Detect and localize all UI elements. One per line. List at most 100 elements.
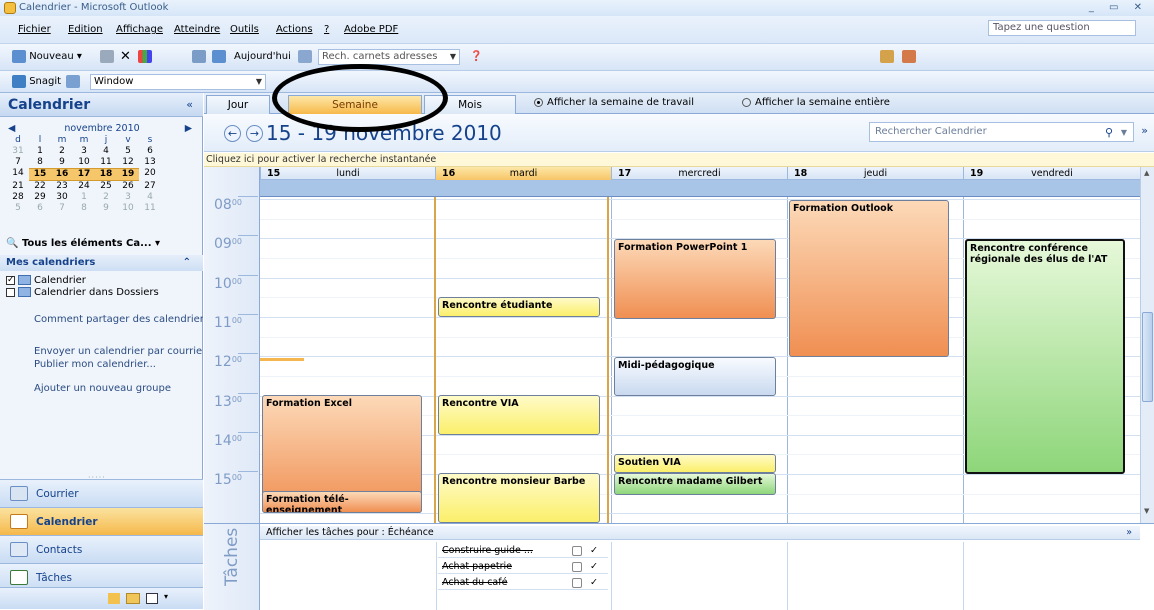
scroll-up-arrow-icon[interactable]: ▲ <box>1144 169 1149 177</box>
forward-arrow-icon[interactable]: → <box>246 125 263 142</box>
mini-calendar-day[interactable]: 22 <box>29 181 51 192</box>
my-calendars-header[interactable]: Mes calendriers ⌃ <box>0 255 203 271</box>
event-formation-powerpoint[interactable]: Formation PowerPoint 1 <box>614 239 776 319</box>
notes-icon[interactable] <box>108 593 120 604</box>
print-button[interactable] <box>100 48 114 66</box>
mini-calendar-day[interactable]: 8 <box>73 203 95 214</box>
shortcuts-icon[interactable] <box>146 593 158 604</box>
mini-calendar-day[interactable]: 7 <box>7 157 29 168</box>
delete-button[interactable]: ✕ <box>120 48 131 66</box>
window-combo[interactable]: Window ▼ <box>90 74 266 90</box>
scroll-down-arrow-icon[interactable]: ▼ <box>1144 507 1149 515</box>
event-rencontre-barbe[interactable]: Rencontre monsieur Barbe <box>438 473 600 523</box>
menu-adobe-pdf[interactable]: Adobe PDF <box>340 16 402 44</box>
mini-calendar-day[interactable]: 12 <box>117 157 139 168</box>
mini-calendar-day[interactable]: 1 <box>29 146 51 157</box>
share-calendars-link[interactable]: Comment partager des calendriers <box>34 314 203 325</box>
day-header-wednesday[interactable]: 17 mercredi <box>611 167 787 180</box>
mini-calendar-day[interactable]: 24 <box>73 181 95 192</box>
full-week-radio[interactable] <box>742 97 751 107</box>
menu-affichage[interactable]: Affichage <box>112 16 167 44</box>
mini-calendar-day[interactable]: 16 <box>51 168 73 181</box>
collapse-chevron-icon[interactable]: » <box>1126 526 1132 540</box>
today-button[interactable]: Aujourd'hui <box>234 48 291 66</box>
mini-calendar-day[interactable]: 4 <box>95 146 117 157</box>
event-rencontre-etudiante[interactable]: Rencontre étudiante <box>438 297 600 317</box>
menu-actions[interactable]: Actions <box>272 16 317 44</box>
help-button[interactable]: ❓ <box>470 48 482 66</box>
back-arrow-icon[interactable]: ← <box>224 125 241 142</box>
address-book-search-input[interactable]: Rech. carnets adresses ▼ <box>318 49 460 65</box>
task-item[interactable]: Construire guide ... ✓ <box>438 544 608 558</box>
flag-check-icon[interactable]: ✓ <box>590 544 598 558</box>
day-header-thursday[interactable]: 18 jeudi <box>787 167 963 180</box>
mini-calendar-day[interactable]: 25 <box>95 181 117 192</box>
mini-calendar-day[interactable]: 18 <box>95 168 117 181</box>
task-checkbox[interactable] <box>572 578 582 588</box>
mini-calendar-day[interactable]: 23 <box>51 181 73 192</box>
mini-calendar-day[interactable]: 10 <box>73 157 95 168</box>
mini-calendar-day[interactable]: 7 <box>51 203 73 214</box>
mini-calendar-day[interactable]: 20 <box>139 168 161 181</box>
task-item[interactable]: Achat du café ✓ <box>438 576 608 590</box>
calendar-checkbox[interactable] <box>6 287 15 297</box>
event-rencontre-gilbert[interactable]: Rencontre madame Gilbert <box>614 473 776 495</box>
day-header-monday[interactable]: 15 lundi <box>260 167 435 180</box>
new-button[interactable]: Nouveau ▾ <box>12 48 82 66</box>
mini-calendar-day[interactable]: 3 <box>117 192 139 203</box>
mini-calendar-day[interactable]: 3 <box>73 146 95 157</box>
mini-calendar-day[interactable]: 27 <box>139 181 161 192</box>
day-header-friday[interactable]: 19 vendredi <box>963 167 1140 180</box>
menu-edition[interactable]: Edition <box>64 16 107 44</box>
task-item[interactable]: Achat papetrie ✓ <box>438 560 608 574</box>
vertical-scrollbar[interactable]: ▲ ▼ <box>1140 167 1154 523</box>
mini-calendar-day[interactable]: 5 <box>117 146 139 157</box>
task-checkbox[interactable] <box>572 562 582 572</box>
snagit-button[interactable]: Snagit <box>12 73 61 91</box>
collapse-chevron-icon[interactable]: « <box>186 93 193 117</box>
sync-button[interactable] <box>192 48 206 66</box>
categorize-button[interactable] <box>138 48 152 66</box>
instant-search-info-bar[interactable]: Cliquez ici pour activer la recherche in… <box>204 153 1154 167</box>
menu-atteindre[interactable]: Atteindre <box>170 16 224 44</box>
mini-calendar-day[interactable]: 4 <box>139 192 161 203</box>
mini-calendar-day[interactable]: 9 <box>51 157 73 168</box>
mini-calendar-day[interactable]: 21 <box>7 181 29 192</box>
nav-button-calendar[interactable]: Calendrier <box>0 507 203 535</box>
tasks-header[interactable]: Afficher les tâches pour : Échéance » <box>260 526 1140 540</box>
event-rencontre-via[interactable]: Rencontre VIA <box>438 395 600 435</box>
menu-fichier[interactable]: Fichier <box>14 16 55 44</box>
day-header-tuesday[interactable]: 16 mardi <box>435 167 611 180</box>
expand-search-chevron-icon[interactable]: » <box>1141 124 1148 137</box>
window-controls[interactable]: _ ▭ ✕ <box>1089 0 1148 16</box>
nav-button-contacts[interactable]: Contacts <box>0 535 203 563</box>
mini-calendar-day[interactable]: 26 <box>117 181 139 192</box>
mini-calendar-day[interactable]: 2 <box>95 192 117 203</box>
prev-month-arrow-icon[interactable]: ◀ <box>8 123 15 135</box>
flag-check-icon[interactable]: ✓ <box>590 560 598 574</box>
next-month-arrow-icon[interactable]: ▶ <box>185 123 192 135</box>
calendar-checkbox[interactable] <box>6 274 15 287</box>
event-midi-pedagogique[interactable]: Midi-pédagogique <box>614 357 776 396</box>
mini-calendar-day[interactable]: 19 <box>117 168 139 181</box>
show-work-week-option[interactable]: Afficher la semaine de travail <box>534 97 694 108</box>
work-week-radio[interactable] <box>534 97 543 107</box>
event-formation-outlook[interactable]: Formation Outlook <box>789 200 949 357</box>
search-icon[interactable]: ⚲ <box>1105 124 1113 142</box>
mini-calendar-day[interactable]: 6 <box>139 146 161 157</box>
all-calendar-items-dropdown[interactable]: 🔍 Tous les éléments Ca... ▾ <box>6 236 160 252</box>
flag-check-icon[interactable]: ✓ <box>590 576 598 590</box>
event-formation-tele[interactable]: Formation télé-enseignement <box>262 491 422 513</box>
event-rencontre-conference[interactable]: Rencontre conférence régionale des élus … <box>965 239 1125 474</box>
mini-calendar-day[interactable]: 13 <box>139 157 161 168</box>
mini-calendar-day[interactable]: 9 <box>95 203 117 214</box>
calendar-item-folder[interactable]: Calendrier dans Dossiers <box>6 286 202 299</box>
mini-calendar-day[interactable]: 30 <box>51 192 73 203</box>
mini-calendar-day[interactable]: 11 <box>95 157 117 168</box>
calendar-search-input[interactable]: Rechercher Calendrier ⚲ ▼ <box>869 122 1134 142</box>
help-question-input[interactable]: Tapez une question <box>988 20 1136 36</box>
tab-day[interactable]: Jour <box>206 95 270 114</box>
address-book-button[interactable] <box>298 48 312 66</box>
mini-calendar-day[interactable]: 10 <box>117 203 139 214</box>
all-day-events-row[interactable] <box>260 180 1140 197</box>
